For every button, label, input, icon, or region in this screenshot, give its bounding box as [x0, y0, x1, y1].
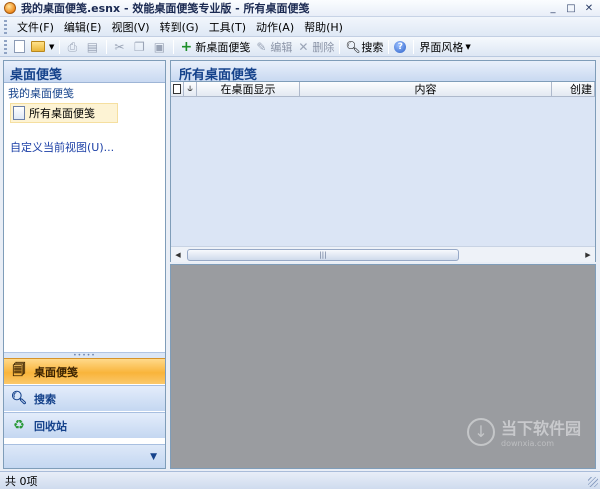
new-note-label: 新桌面便笺 — [195, 40, 251, 54]
print-button[interactable]: ⎙ — [63, 38, 83, 56]
delete-button[interactable]: ✕ 删除 — [294, 38, 336, 56]
nav-button-recycle-bin[interactable]: ♻ 回收站 — [4, 412, 165, 438]
menu-actions[interactable]: 动作(A) — [251, 19, 299, 35]
menu-file[interactable]: 文件(F) — [12, 19, 59, 35]
close-button[interactable]: ✕ — [582, 2, 596, 15]
menu-tools[interactable]: 工具(T) — [204, 19, 251, 35]
notes-icon: 🗐 — [12, 362, 26, 378]
app-icon — [4, 2, 16, 14]
download-arrow-icon: ↓ — [466, 417, 495, 446]
paste-icon: ▣ — [153, 39, 166, 54]
scroll-left-arrow-icon[interactable]: ◀ — [171, 248, 185, 262]
menu-edit[interactable]: 编辑(E) — [59, 19, 107, 35]
pencil-icon: ✎ — [256, 39, 267, 54]
search-icon: 🔍︎ — [10, 391, 28, 406]
item-count: 共 0项 — [5, 474, 38, 488]
folder-group-label: 我的桌面便笺 — [8, 87, 74, 100]
toolbar-separator — [59, 39, 61, 54]
nav-button-search[interactable]: 🔍︎ 搜索 — [4, 385, 165, 411]
menubar-grip[interactable] — [4, 19, 7, 34]
search-label: 搜索 — [361, 40, 384, 54]
delete-x-icon: ✕ — [298, 39, 309, 54]
skin-dropdown[interactable]: 界面风格 ▼ — [417, 38, 472, 56]
content-pane-title: 所有桌面便笺 — [170, 60, 596, 83]
note-folder-icon — [13, 106, 25, 120]
nav-button-label: 搜索 — [34, 392, 56, 406]
toolbar-separator — [339, 39, 341, 54]
printer-icon: ⎙ — [67, 39, 78, 54]
copy-icon: ❐ — [134, 39, 145, 54]
watermark: ↓ 当下软件园 downxia.com — [466, 415, 581, 448]
open-button[interactable]: ▼ — [29, 38, 56, 56]
window-title: 我的桌面便笺.esnx - 效能桌面便笺专业版 - 所有桌面便笺 — [21, 2, 310, 15]
toolbar-separator — [413, 39, 415, 54]
menu-help[interactable]: 帮助(H) — [299, 19, 348, 35]
new-note-button[interactable]: + 新桌面便笺 — [177, 38, 252, 56]
plus-icon: + — [180, 38, 193, 55]
nav-button-label: 桌面便笺 — [34, 365, 78, 379]
column-attachment[interactable]: ⫝ — [184, 82, 197, 96]
help-icon: ? — [394, 40, 407, 53]
column-type[interactable] — [171, 82, 184, 96]
edit-button[interactable]: ✎ 编辑 — [252, 38, 294, 56]
title-bar: 我的桌面便笺.esnx - 效能桌面便笺专业版 - 所有桌面便笺 _ □ ✕ — [0, 0, 600, 17]
chevron-down-icon: ▼ — [49, 42, 55, 51]
toolbar-separator — [106, 39, 108, 54]
scissors-icon: ✂ — [114, 39, 125, 54]
column-header-row: ⫝ 在桌面显示 内容 创建 — [171, 82, 595, 97]
toolbar-separator — [388, 39, 390, 54]
customize-view-link[interactable]: 自定义当前视图(U)... — [10, 139, 159, 155]
status-bar: 共 0项 — [0, 471, 600, 489]
content-pane: 所有桌面便笺 ⫝ 在桌面显示 内容 创建 ◀ ||| ▶ ↓ 当下软件园 dow… — [170, 60, 596, 469]
nav-button-label: 回收站 — [34, 419, 67, 433]
minimize-button[interactable]: _ — [546, 2, 560, 15]
paperclip-icon: ⫝ — [187, 84, 193, 94]
document-icon — [173, 84, 181, 94]
chevron-down-icon: ▼ — [150, 451, 157, 462]
watermark-url: downxia.com — [500, 439, 555, 448]
search-button[interactable]: 🔍︎ 搜索 — [343, 38, 385, 56]
folder-item-label: 所有桌面便笺 — [29, 107, 95, 120]
print-preview-icon: ▤ — [86, 39, 99, 54]
column-content[interactable]: 内容 — [300, 82, 552, 96]
magnifier-icon: 🔍︎ — [345, 39, 361, 54]
preview-pane: ↓ 当下软件园 downxia.com — [170, 264, 596, 469]
watermark-text: 当下软件园 — [500, 419, 581, 438]
maximize-button[interactable]: □ — [564, 2, 578, 15]
menu-view[interactable]: 视图(V) — [106, 19, 154, 35]
open-folder-icon — [31, 41, 45, 52]
skin-label: 界面风格 — [419, 40, 464, 54]
print-preview-button[interactable]: ▤ — [83, 38, 103, 56]
navigation-pane-title: 桌面便笺 — [4, 61, 165, 83]
new-document-icon — [14, 40, 25, 53]
nav-button-notes[interactable]: 🗐 桌面便笺 — [4, 358, 165, 384]
column-show-on-desktop[interactable]: 在桌面显示 — [197, 82, 300, 96]
nav-overflow-button[interactable]: ▼ — [4, 444, 165, 468]
menu-goto[interactable]: 转到(G) — [155, 19, 204, 35]
delete-label: 删除 — [312, 40, 335, 54]
recycle-bin-icon: ♻ — [13, 418, 25, 433]
scroll-right-arrow-icon[interactable]: ▶ — [581, 248, 595, 262]
notes-list-body[interactable] — [171, 97, 595, 246]
folder-item-all-notes[interactable]: 所有桌面便笺 — [10, 103, 118, 123]
window-controls: _ □ ✕ — [546, 2, 596, 15]
column-created[interactable]: 创建 — [552, 82, 595, 96]
edit-label: 编辑 — [270, 40, 293, 54]
notes-list[interactable]: ⫝ 在桌面显示 内容 创建 ◀ ||| ▶ — [170, 82, 596, 262]
resize-grip-icon[interactable] — [588, 477, 598, 487]
new-file-button[interactable] — [12, 38, 29, 56]
navigation-pane: 桌面便笺 我的桌面便笺 所有桌面便笺 自定义当前视图(U)... ••••• 🗐… — [3, 60, 166, 469]
toolbar-grip[interactable] — [4, 39, 7, 54]
cut-button[interactable]: ✂ — [110, 38, 130, 56]
chevron-down-icon: ▼ — [465, 42, 471, 51]
watermark-text-group: 当下软件园 downxia.com — [501, 415, 581, 448]
horizontal-scrollbar[interactable]: ◀ ||| ▶ — [171, 246, 595, 262]
copy-button[interactable]: ❐ — [130, 38, 150, 56]
paste-button[interactable]: ▣ — [150, 38, 170, 56]
menu-bar: 文件(F) 编辑(E) 视图(V) 转到(G) 工具(T) 动作(A) 帮助(H… — [0, 17, 600, 37]
toolbar-separator — [173, 39, 175, 54]
toolbar: ▼ ⎙ ▤ ✂ ❐ ▣ + 新桌面便笺 ✎ 编辑 ✕ 删除 🔍︎ 搜索 ? 界面风格 ▼ — [0, 37, 600, 57]
help-button[interactable]: ? — [392, 38, 410, 56]
scrollbar-thumb[interactable]: ||| — [187, 249, 459, 261]
